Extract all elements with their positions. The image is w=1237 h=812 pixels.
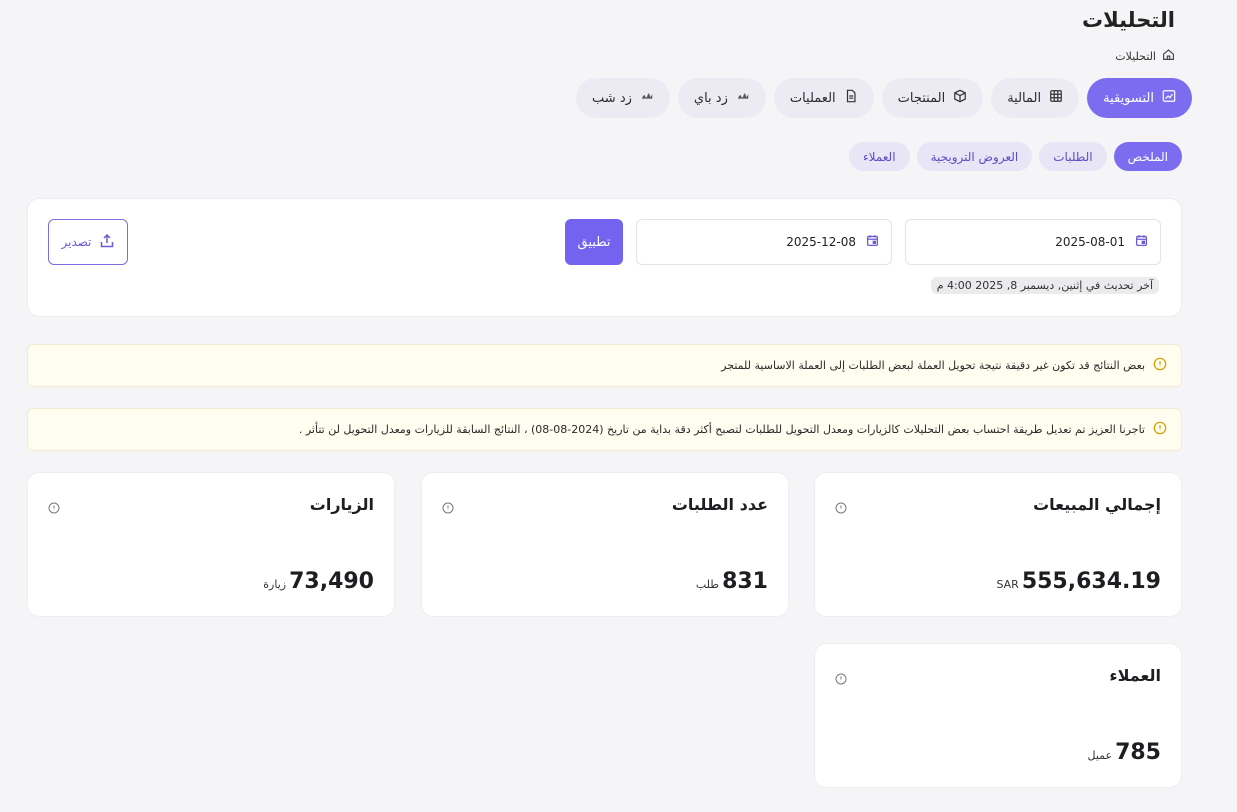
sub-tabs: الملخص الطلبات العروض الترويجية العملاء	[849, 142, 1182, 171]
table-icon	[1049, 89, 1063, 107]
currency-notice: بعض النتائج قد تكون غير دقيقة نتيجة تحوي…	[27, 344, 1182, 387]
box-icon	[953, 89, 967, 107]
subtab-customers[interactable]: العملاء	[849, 142, 910, 171]
calendar-icon	[1135, 234, 1148, 250]
start-date-field[interactable]: 2025-08-01	[905, 219, 1161, 265]
info-icon[interactable]	[442, 499, 454, 514]
info-circle-icon	[1153, 357, 1167, 374]
tab-zid-ship[interactable]: زد شب	[576, 78, 670, 118]
breadcrumb: التحليلات	[1115, 48, 1175, 64]
export-label: تصدير	[61, 235, 92, 249]
tab-financial[interactable]: المالية	[991, 78, 1080, 118]
subtab-promotions[interactable]: العروض الترويجية	[916, 142, 1033, 171]
stat-number: 785	[1115, 740, 1161, 765]
stat-value: 555,634.19 SAR	[996, 569, 1161, 594]
tab-label: التسويقية	[1103, 90, 1154, 106]
export-button[interactable]: تصدير	[48, 219, 128, 265]
breadcrumb-current: التحليلات	[1115, 49, 1156, 63]
stat-title: العملاء	[1109, 666, 1161, 685]
stat-unit: عميل	[1087, 749, 1113, 762]
zid-icon	[640, 89, 654, 107]
page-title: التحليلات	[1082, 8, 1175, 32]
stat-number: 555,634.19	[1021, 569, 1161, 594]
apply-button[interactable]: تطبيق	[565, 219, 623, 265]
calculation-notice: تاجرنا العزيز تم تعديل طريقة احتساب بعض …	[27, 408, 1182, 451]
tab-label: زد باي	[693, 90, 728, 106]
end-date-field[interactable]: 2025-12-08	[636, 219, 892, 265]
filter-card: 2025-08-01 2025-12-08 تطبيق تصدير آخر تح…	[27, 198, 1182, 317]
info-icon[interactable]	[835, 670, 847, 685]
stat-title: إجمالي المبيعات	[1033, 495, 1161, 514]
home-icon[interactable]	[1162, 48, 1175, 64]
chart-line-icon	[1162, 89, 1176, 107]
tab-label: العمليات	[789, 90, 836, 106]
subtab-summary[interactable]: الملخص	[1113, 142, 1182, 171]
stat-card-visits: الزيارات 73,490 زيارة	[27, 472, 395, 617]
tab-zid-pay[interactable]: زد باي	[677, 78, 766, 118]
subtab-orders[interactable]: الطلبات	[1039, 142, 1107, 171]
last-update-badge: آخر تحديث في إثنين, ديسمبر 8, 2025 4:00 …	[930, 277, 1159, 294]
main-tabs: التسويقية المالية المنتجات العمليات زد ب…	[576, 78, 1192, 118]
stat-card-customers: العملاء 785 عميل	[814, 643, 1182, 788]
end-date-value: 2025-12-08	[786, 235, 856, 249]
tab-products[interactable]: المنتجات	[881, 78, 984, 118]
document-icon	[844, 89, 858, 107]
stat-card-orders: عدد الطلبات 831 طلب	[421, 472, 789, 617]
tab-marketing[interactable]: التسويقية	[1087, 78, 1192, 118]
stat-number: 73,490	[289, 569, 374, 594]
stat-number: 831	[722, 569, 768, 594]
stat-value: 785 عميل	[1087, 740, 1161, 765]
stat-title: الزيارات	[309, 495, 374, 514]
stat-unit: طلب	[695, 578, 720, 591]
stat-value: 73,490 زيارة	[263, 569, 374, 594]
notice-text: تاجرنا العزيز تم تعديل طريقة احتساب بعض …	[298, 423, 1145, 436]
stat-card-sales: إجمالي المبيعات 555,634.19 SAR	[814, 472, 1182, 617]
info-icon[interactable]	[835, 499, 847, 514]
zid-icon	[736, 89, 750, 107]
stat-value: 831 طلب	[696, 569, 768, 594]
upload-icon	[99, 233, 115, 252]
stat-title: عدد الطلبات	[671, 495, 768, 514]
calendar-icon	[866, 234, 879, 250]
tab-label: المالية	[1007, 90, 1042, 106]
notice-text: بعض النتائج قد تكون غير دقيقة نتيجة تحوي…	[721, 359, 1145, 372]
tab-operations[interactable]: العمليات	[773, 78, 874, 118]
tab-label: زد شب	[592, 90, 632, 106]
stat-unit: SAR	[996, 578, 1019, 591]
info-circle-icon	[1153, 421, 1167, 438]
start-date-value: 2025-08-01	[1055, 235, 1125, 249]
info-icon[interactable]	[48, 499, 60, 514]
tab-label: المنتجات	[897, 90, 946, 106]
stat-unit: زيارة	[263, 578, 287, 591]
